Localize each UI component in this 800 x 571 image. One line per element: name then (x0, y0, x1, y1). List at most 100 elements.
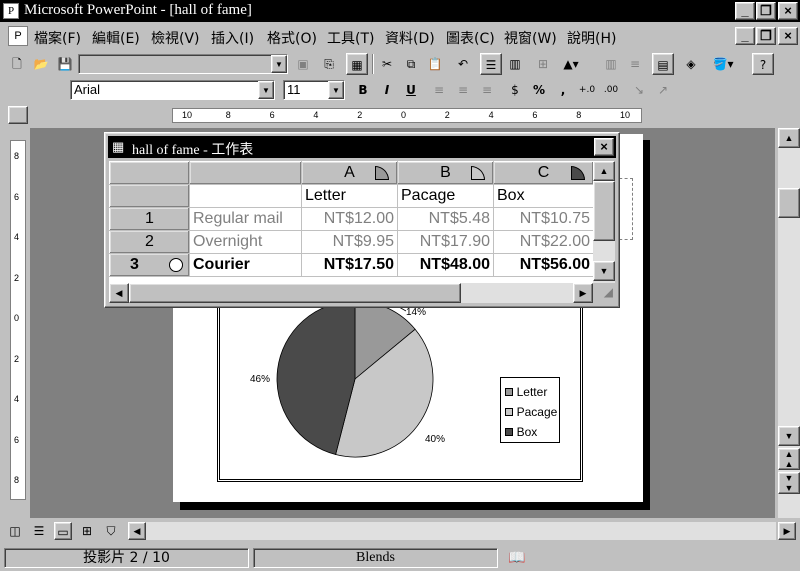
cell[interactable]: Courier (189, 253, 302, 277)
scroll-up-button[interactable]: ▲ (593, 161, 615, 181)
legend-icon[interactable]: ▤ (652, 53, 674, 75)
chart-type-icon[interactable]: ▲▾ (560, 53, 582, 75)
next-slide-button[interactable]: ▼ ▼ (778, 472, 800, 494)
doc-close-button[interactable]: × (778, 27, 798, 45)
comma-icon[interactable]: , (552, 79, 574, 101)
chevron-down-icon[interactable]: ▼ (258, 81, 274, 99)
italic-button[interactable]: I (376, 79, 398, 101)
column-header-c[interactable]: C (493, 161, 593, 185)
previous-slide-button[interactable]: ▲ ▲ (778, 448, 800, 470)
chart-legend[interactable]: Letter Pacage Box (500, 377, 560, 443)
cell[interactable]: Letter (301, 184, 398, 208)
row-header-2[interactable]: 2 (109, 230, 190, 254)
new-icon[interactable]: 🗋 (6, 53, 28, 75)
menu-file[interactable]: 檔案(F) (34, 28, 81, 48)
scroll-right-button[interactable]: ▶ (778, 522, 796, 540)
slide-view-icon[interactable]: ▭ (54, 522, 72, 540)
normal-view-icon[interactable]: ◫ (6, 522, 24, 540)
menu-help[interactable]: 說明(H) (567, 28, 616, 48)
cell[interactable]: NT$56.00 (493, 253, 593, 277)
menu-format[interactable]: 格式(O) (267, 28, 317, 48)
angle-text-down-icon[interactable]: ↘ (628, 79, 650, 101)
outline-view-icon[interactable]: ☰ (30, 522, 48, 540)
close-button[interactable]: × (778, 2, 798, 20)
cell[interactable]: NT$17.50 (301, 253, 398, 277)
copy-icon[interactable]: ⧉ (400, 53, 422, 75)
datasheet-hscroll[interactable]: ◀ ▶ (109, 283, 593, 303)
column-header-a[interactable]: A (301, 161, 398, 185)
cell[interactable]: NT$9.95 (301, 230, 398, 254)
horizontal-scroll-track[interactable] (146, 522, 776, 540)
document-icon[interactable]: P (8, 26, 28, 46)
scroll-thumb[interactable] (129, 283, 461, 303)
slide-sorter-icon[interactable]: ⊞ (78, 522, 96, 540)
percent-icon[interactable]: % (528, 79, 550, 101)
cell[interactable]: NT$48.00 (397, 253, 494, 277)
currency-icon[interactable]: $ (504, 79, 526, 101)
menu-data[interactable]: 資料(D) (385, 28, 435, 48)
menu-tools[interactable]: 工具(T) (327, 28, 374, 48)
save-icon[interactable]: 💾 (54, 53, 76, 75)
undo-icon[interactable]: ↶ (452, 53, 474, 75)
help-icon[interactable]: ? (752, 53, 774, 75)
row-header-blank[interactable] (109, 184, 190, 208)
cell[interactable]: NT$12.00 (301, 207, 398, 231)
fill-color-icon[interactable]: 🪣▾ (712, 53, 734, 75)
cell[interactable]: NT$22.00 (493, 230, 593, 254)
angle-text-up-icon[interactable]: ↗ (652, 79, 674, 101)
scroll-right-button[interactable]: ▶ (573, 283, 593, 303)
scroll-down-button[interactable]: ▼ (593, 261, 615, 281)
align-right-icon[interactable]: ≡ (476, 79, 498, 101)
cell[interactable]: NT$5.48 (397, 207, 494, 231)
menu-view[interactable]: 檢視(V) (151, 28, 200, 48)
scroll-left-button[interactable]: ◀ (128, 522, 146, 540)
select-all-cell[interactable] (109, 161, 190, 185)
underline-button[interactable]: U (400, 79, 422, 101)
menu-insert[interactable]: 插入(I) (211, 28, 254, 48)
vertical-scrollbar[interactable]: ▲ ▼ ▲ ▲ ▼ ▼ (778, 128, 800, 518)
chart-object[interactable]: 14% 40% 46% Letter Pacage Box (217, 294, 583, 482)
open-icon[interactable]: 📂 (30, 53, 52, 75)
minimize-button[interactable]: _ (735, 2, 755, 20)
font-select[interactable]: Arial ▼ (70, 80, 275, 100)
row-header-1[interactable]: 1 (109, 207, 190, 231)
scroll-left-button[interactable]: ◀ (109, 283, 129, 303)
by-row-icon[interactable]: ☰ (480, 53, 502, 75)
column-header-b[interactable]: B (397, 161, 494, 185)
cell[interactable]: NT$17.90 (397, 230, 494, 254)
cell[interactable]: NT$10.75 (493, 207, 593, 231)
scroll-thumb[interactable] (778, 188, 800, 218)
menu-window[interactable]: 視窗(W) (504, 28, 557, 48)
data-table-icon[interactable]: ⊞ (532, 53, 554, 75)
app-icon[interactable]: P (3, 3, 19, 19)
increase-decimal-icon[interactable]: +.0 (576, 79, 598, 101)
legend-lines-icon[interactable]: ≡ (624, 53, 646, 75)
slide-show-icon[interactable]: ⛉ (102, 522, 120, 540)
row-header-3[interactable]: 3 (109, 253, 190, 277)
chart-object-select[interactable]: ▼ (78, 54, 288, 74)
cell[interactable]: Box (493, 184, 593, 208)
cell[interactable]: Pacage (397, 184, 494, 208)
import-file-icon[interactable]: ⎘ (318, 53, 340, 75)
align-center-icon[interactable]: ≡ (452, 79, 474, 101)
resize-grip-icon[interactable]: ◢ (595, 285, 613, 303)
datasheet-close-button[interactable]: × (594, 138, 614, 156)
datasheet-icon[interactable]: ▦ (346, 53, 368, 75)
format-selection-icon[interactable]: ▣ (292, 53, 314, 75)
decrease-decimal-icon[interactable]: .00 (600, 79, 622, 101)
align-left-icon[interactable]: ≡ (428, 79, 450, 101)
cell[interactable]: Regular mail (189, 207, 302, 231)
bold-button[interactable]: B (352, 79, 374, 101)
scroll-down-button[interactable]: ▼ (778, 426, 800, 446)
doc-restore-button[interactable]: ❐ (756, 27, 776, 45)
font-size-select[interactable]: 11 ▼ (283, 80, 345, 100)
by-column-icon[interactable]: ▥ (504, 53, 526, 75)
scroll-thumb[interactable] (593, 181, 615, 241)
paste-icon[interactable]: 📋 (424, 53, 446, 75)
menu-chart[interactable]: 圖表(C) (446, 28, 495, 48)
gridlines-icon[interactable]: ▥ (600, 53, 622, 75)
label-column-header[interactable] (189, 161, 302, 185)
doc-minimize-button[interactable]: _ (735, 27, 755, 45)
cell[interactable] (189, 184, 302, 208)
scroll-up-button[interactable]: ▲ (778, 128, 800, 148)
